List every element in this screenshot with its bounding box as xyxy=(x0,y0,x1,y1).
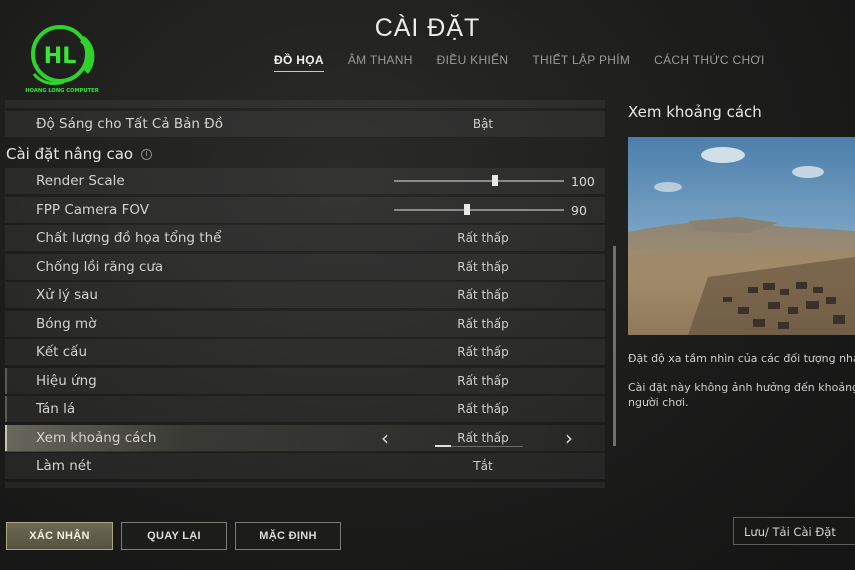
setting-row-textures[interactable]: Kết cấu Rất thấp xyxy=(5,339,605,366)
setting-row-render-scale[interactable]: Render Scale 100 xyxy=(5,168,605,195)
logo-caption: HOANG LONG COMPUTER xyxy=(25,88,98,94)
setting-row-post-processing[interactable]: Xử lý sau Rất thấp xyxy=(5,282,605,309)
setting-label: Render Scale xyxy=(36,173,125,189)
setting-row-overall-quality[interactable]: Chất lượng đồ họa tổng thể Rất thấp xyxy=(5,225,605,252)
detail-description-line: Cài đặt này không ảnh hưởng đến khoảng c… xyxy=(628,381,855,394)
option-position-indicator xyxy=(435,445,523,447)
setting-row-view-distance[interactable]: Xem khoảng cách ‹ Rất thấp › xyxy=(5,425,605,452)
fpp-fov-slider-thumb[interactable] xyxy=(464,204,470,215)
detail-title: Xem khoảng cách xyxy=(628,103,762,121)
settings-row-partial xyxy=(5,100,605,109)
tab-keybindings[interactable]: THIẾT LẬP PHÍM xyxy=(532,53,630,72)
setting-value: Rất thấp xyxy=(457,402,509,416)
setting-row-fpp-fov[interactable]: FPP Camera FOV 90 xyxy=(5,197,605,224)
chevron-right-icon[interactable]: › xyxy=(565,426,573,450)
save-load-settings-button[interactable]: Lưu/ Tải Cài Đặt xyxy=(733,517,855,545)
back-button[interactable]: QUAY LẠI xyxy=(121,522,227,550)
setting-row-foliage[interactable]: Tán lá Rất thấp xyxy=(5,396,605,423)
setting-label: FPP Camera FOV xyxy=(36,202,149,218)
default-button[interactable]: MẶC ĐỊNH xyxy=(235,522,341,550)
fpp-fov-value: 90 xyxy=(571,203,587,218)
setting-row-brightness[interactable]: Độ Sáng cho Tất Cả Bản Đồ Bật xyxy=(5,111,605,138)
advanced-settings-heading: Cài đặt nâng cao i xyxy=(6,145,152,163)
render-scale-value: 100 xyxy=(571,174,595,189)
setting-value: Tắt xyxy=(473,459,493,473)
advanced-settings-title: Cài đặt nâng cao xyxy=(6,145,134,163)
tab-controls[interactable]: ĐIỀU KHIỂN xyxy=(437,53,509,72)
confirm-button[interactable]: XÁC NHẬN xyxy=(6,522,113,550)
tab-graphics[interactable]: ĐỒ HỌA xyxy=(274,53,324,72)
settings-row-partial xyxy=(5,482,605,489)
setting-row-effects[interactable]: Hiệu ứng Rất thấp xyxy=(5,368,605,395)
logo-text: HL xyxy=(44,44,76,69)
tab-audio[interactable]: ÂM THANH xyxy=(348,53,413,72)
setting-row-sharpen[interactable]: Làm nét Tắt xyxy=(5,453,605,480)
info-icon[interactable]: i xyxy=(140,149,152,160)
render-scale-slider[interactable] xyxy=(394,180,564,182)
view-distance-preview-image xyxy=(628,137,855,335)
detail-description-line: người chơi. xyxy=(628,396,689,409)
settings-tabs: ĐỒ HỌA ÂM THANH ĐIỀU KHIỂN THIẾT LẬP PHÍ… xyxy=(274,53,789,72)
fpp-fov-slider[interactable] xyxy=(394,209,564,211)
setting-value: Rất thấp xyxy=(457,431,509,445)
render-scale-slider-thumb[interactable] xyxy=(492,175,498,186)
page-title: CÀI ĐẶT xyxy=(374,14,481,42)
settings-scrollbar[interactable] xyxy=(613,246,616,446)
setting-row-shadows[interactable]: Bóng mờ Rất thấp xyxy=(5,311,605,338)
tab-gameplay[interactable]: CÁCH THỨC CHƠI xyxy=(654,53,765,72)
detail-description-line: Đặt độ xa tầm nhìn của các đối tượng nhấ… xyxy=(628,352,855,365)
setting-row-anti-aliasing[interactable]: Chống lồi răng cưa Rất thấp xyxy=(5,254,605,281)
